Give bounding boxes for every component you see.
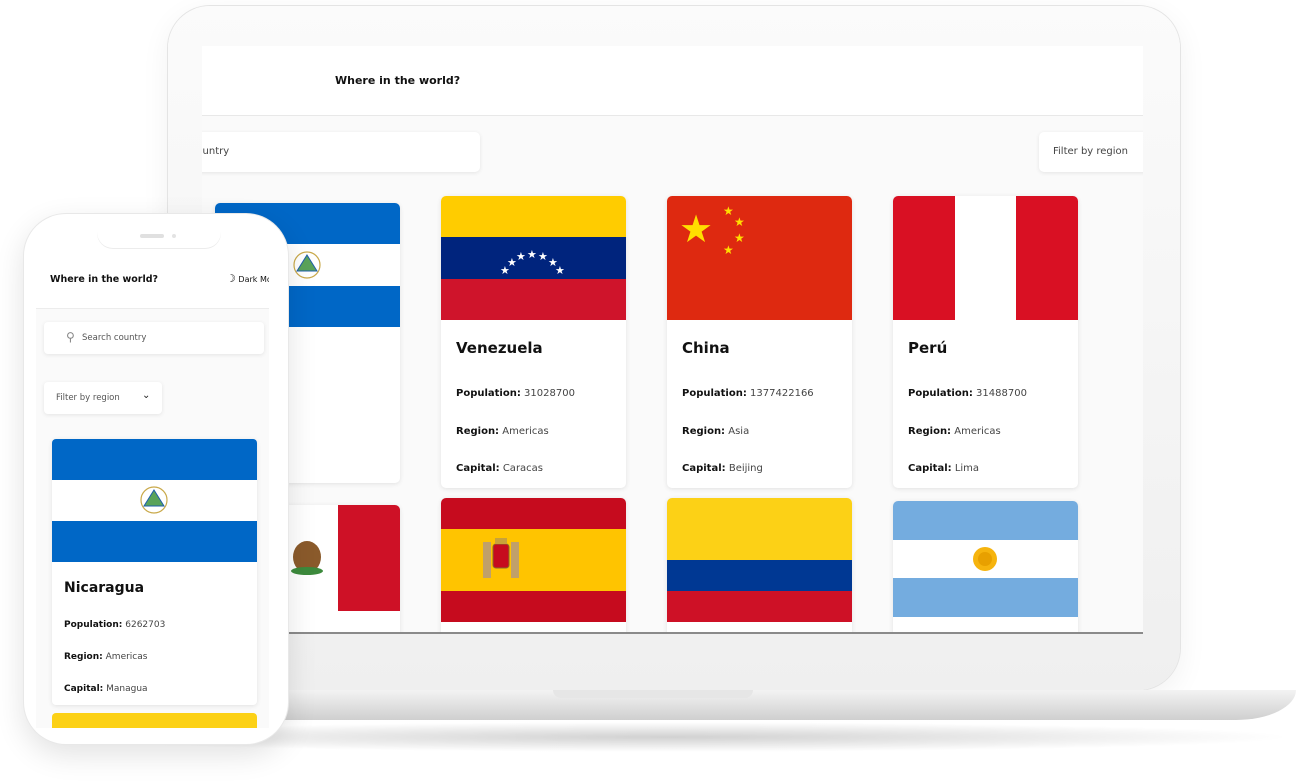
search-input[interactable]: ⚲ Search country [44, 322, 264, 354]
app-header: Where in the world? [202, 46, 1143, 116]
app-header: Where in the world? ☽ Dark Moc [36, 250, 269, 309]
region-row: Region: Asia [682, 426, 750, 437]
population-row: Population: 6262703 [64, 620, 166, 630]
dark-mode-toggle[interactable]: ☽ Dark Moc [226, 272, 269, 285]
population-row: Population: 31028700 [456, 388, 575, 399]
phone-screen: Where in the world? ☽ Dark Moc ⚲ Search … [36, 250, 269, 728]
svg-text:★: ★ [723, 204, 734, 218]
country-card-argentina[interactable] [893, 501, 1078, 632]
country-name: Venezuela [456, 339, 543, 357]
laptop-notch [553, 690, 753, 698]
phone-notch [97, 218, 221, 248]
spain-flag [441, 498, 626, 622]
population-row: Population: 1377422166 [682, 388, 814, 399]
country-card-peru[interactable]: Perú Population: 31488700 Region: Americ… [893, 196, 1078, 488]
page-title: Where in the world? [335, 74, 461, 87]
laptop-screen: Where in the world? rch country Filter b… [202, 46, 1143, 634]
country-name: China [682, 339, 730, 357]
country-card-nicaragua[interactable]: Nicaragua Population: 6262703 Region: Am… [52, 439, 257, 705]
search-placeholder: Search country [82, 333, 147, 343]
country-card-china[interactable]: ★ ★ ★ ★ ★ China Population: 1377422166 R… [667, 196, 852, 488]
region-filter-select[interactable]: Filter by region ⌄ [44, 382, 162, 414]
country-name: Nicaragua [64, 580, 145, 596]
region-filter-select[interactable]: Filter by region [1039, 132, 1143, 172]
svg-text:★: ★ [516, 250, 526, 263]
nicaragua-flag [52, 439, 257, 562]
moon-icon: ☽ [226, 272, 236, 285]
capital-row: Capital: Lima [908, 463, 980, 474]
peru-flag [893, 196, 1078, 320]
region-row: Region: Americas [456, 426, 549, 437]
svg-text:★: ★ [734, 215, 745, 229]
svg-text:★: ★ [734, 231, 745, 245]
argentina-flag [893, 501, 1078, 617]
chevron-down-icon: ⌄ [142, 390, 151, 401]
venezuela-flag: ★ ★ ★ ★ ★ ★ ★ [441, 196, 626, 320]
page-title: Where in the world? [50, 274, 159, 285]
phone-camera [172, 234, 176, 238]
phone-speaker [140, 234, 164, 238]
search-input[interactable]: rch country [202, 132, 480, 172]
search-placeholder: rch country [202, 146, 230, 157]
capital-row: Capital: Beijing [682, 463, 763, 474]
svg-text:★: ★ [538, 250, 548, 263]
region-row: Region: Americas [64, 652, 148, 662]
country-card-venezuela[interactable]: ★ ★ ★ ★ ★ ★ ★ Venezuela Population: 31028700 … [441, 196, 626, 488]
china-flag: ★ ★ ★ ★ ★ [667, 196, 852, 320]
capital-row: Capital: Managua [64, 684, 148, 694]
svg-text:★: ★ [555, 264, 565, 277]
capital-row: Capital: Caracas [456, 463, 544, 474]
svg-text:★: ★ [723, 243, 734, 257]
region-row: Region: Americas [908, 426, 1001, 437]
country-name: Perú [908, 339, 948, 357]
colombia-flag [667, 498, 852, 622]
filter-label: Filter by region [56, 393, 120, 403]
population-row: Population: 31488700 [908, 388, 1027, 399]
country-card-spain[interactable] [441, 498, 626, 632]
search-icon: ⚲ [66, 330, 75, 344]
next-country-card[interactable] [52, 713, 257, 728]
svg-text:★: ★ [679, 207, 713, 251]
svg-text:★: ★ [527, 248, 537, 261]
country-card-colombia[interactable] [667, 498, 852, 632]
